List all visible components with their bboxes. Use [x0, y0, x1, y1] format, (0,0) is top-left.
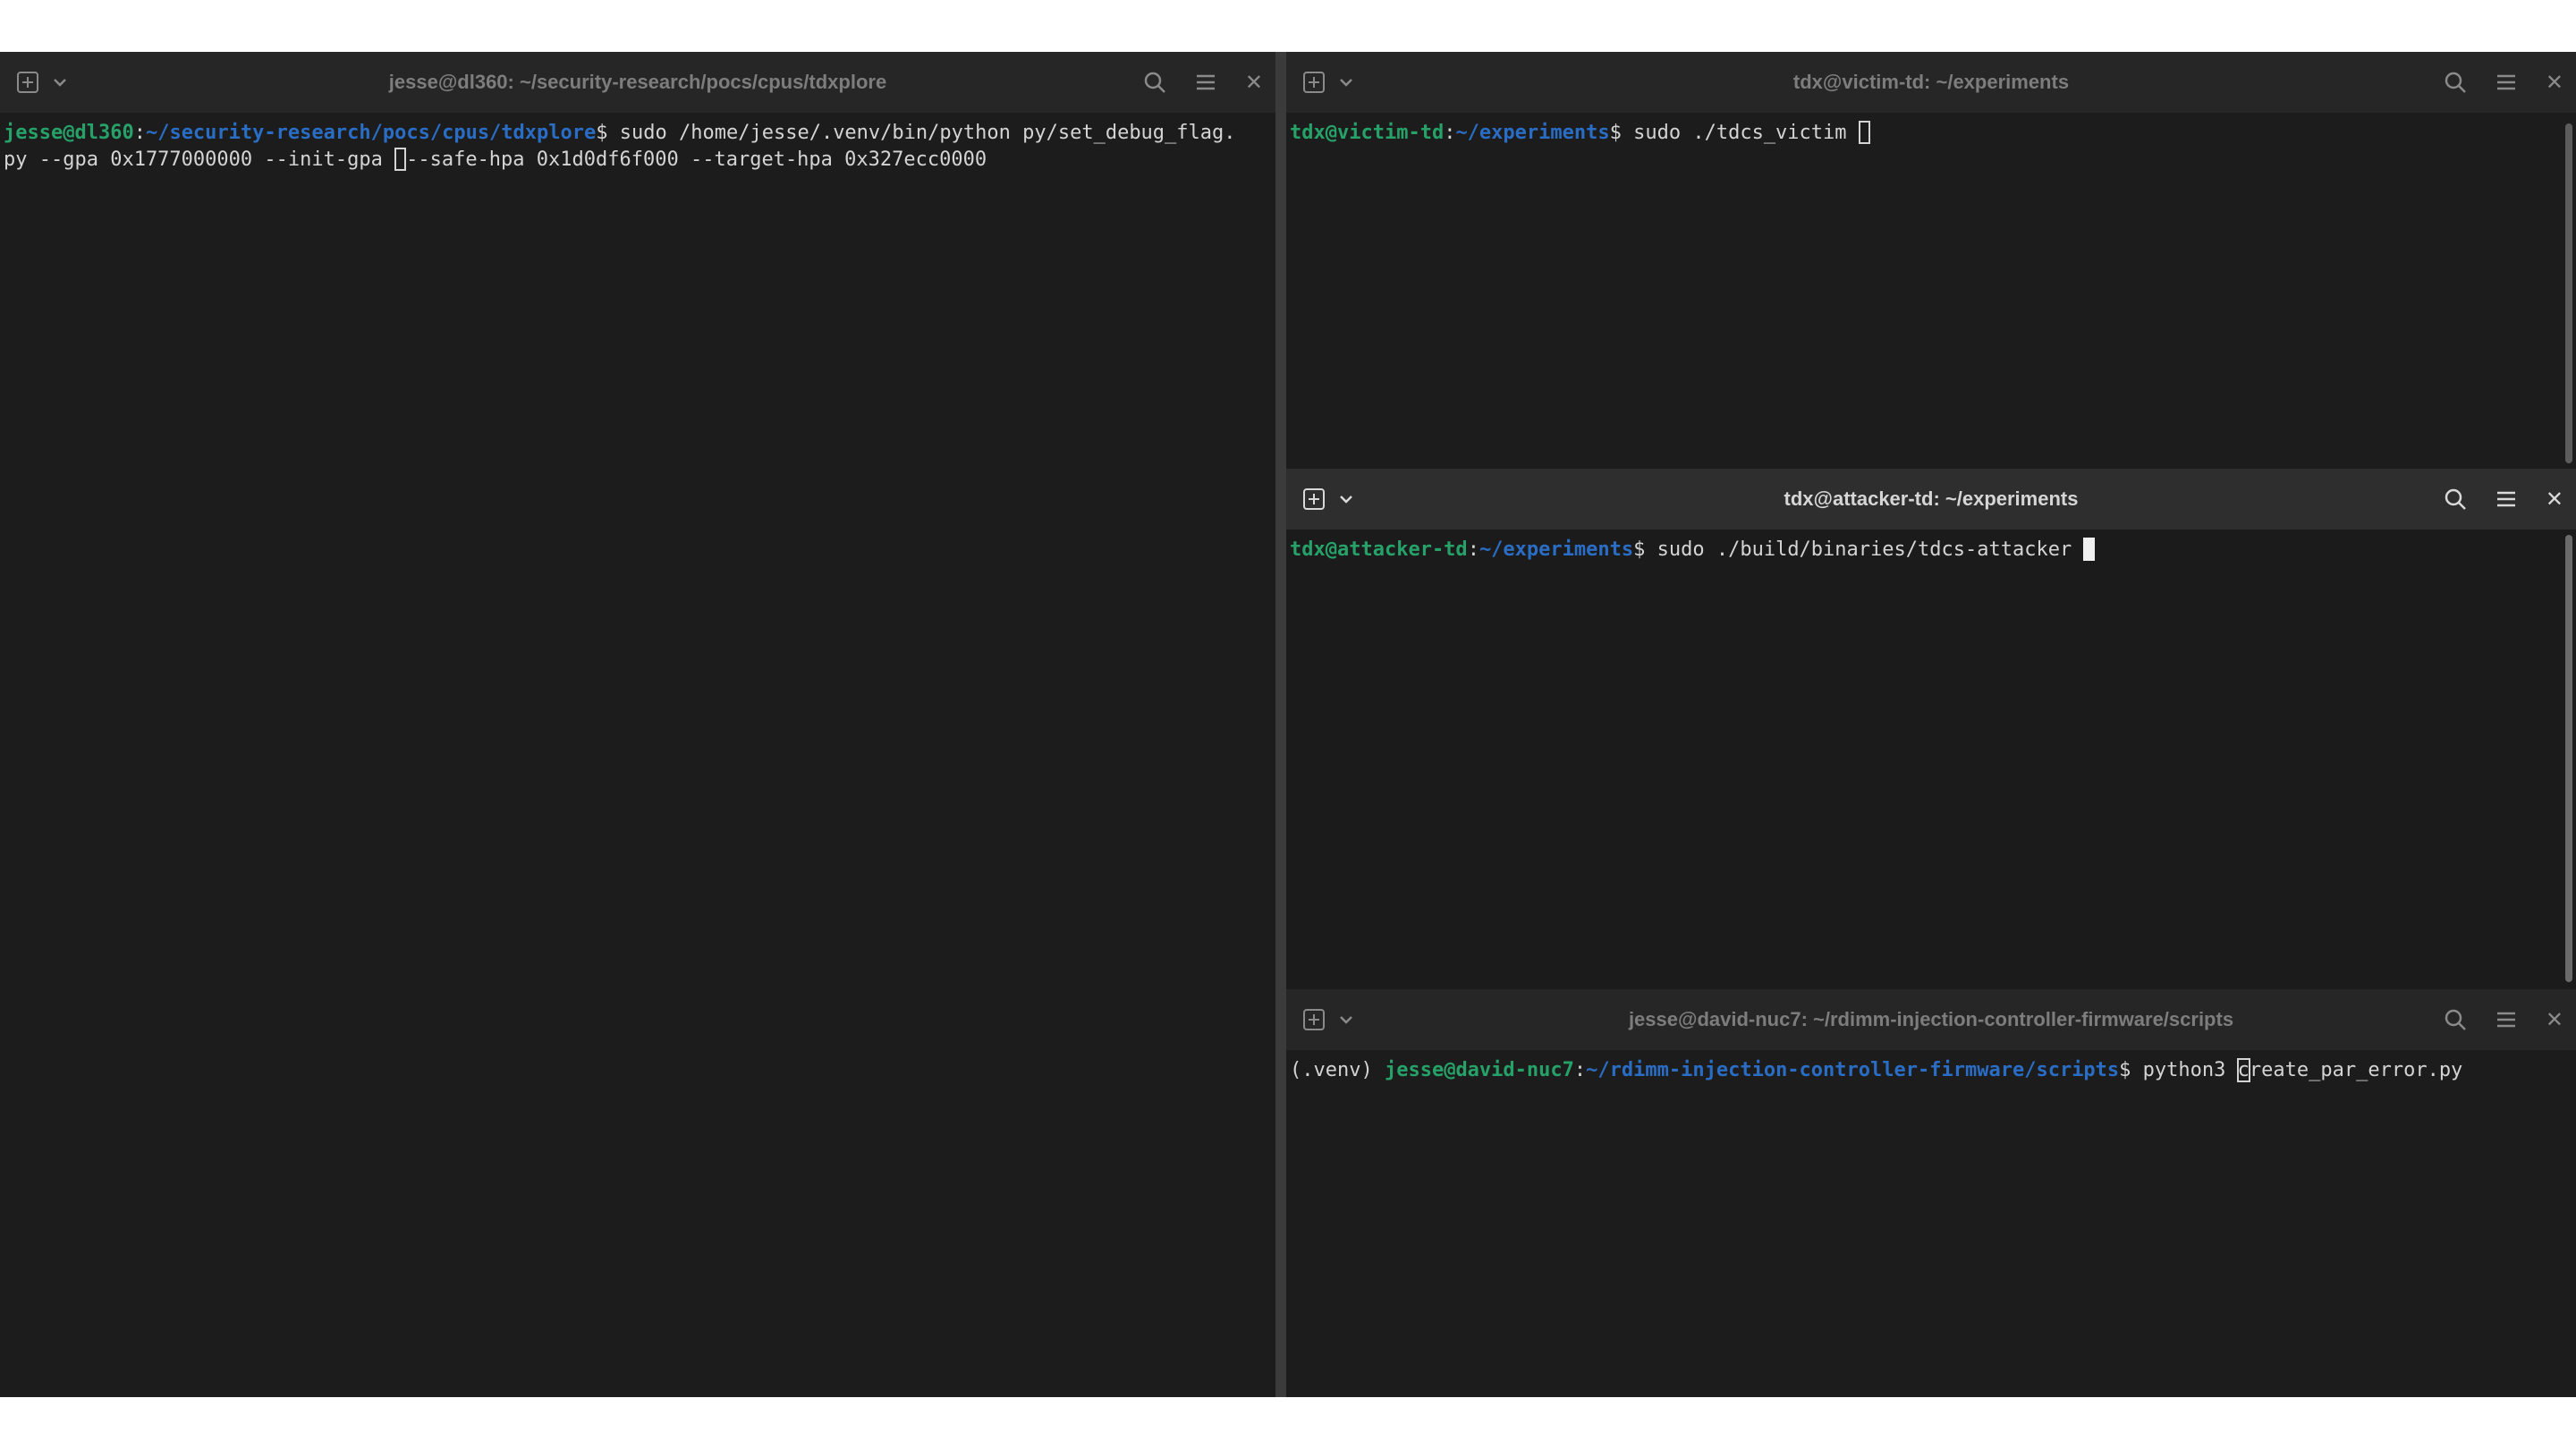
command-text-line2-end: --safe-hpa 0x1d0df6f000 --target-hpa 0x3…	[406, 148, 987, 171]
prompt-path: ~/rdimm-injection-controller-firmware/sc…	[1586, 1059, 2120, 1081]
scrollbar[interactable]	[2565, 123, 2572, 463]
new-tab-icon[interactable]	[1302, 1008, 1326, 1031]
hamburger-menu-icon[interactable]	[2496, 72, 2517, 92]
prompt-dollar: $	[1633, 538, 1646, 561]
chevron-down-icon[interactable]	[1338, 74, 1354, 90]
chevron-down-icon[interactable]	[1338, 491, 1354, 507]
venv-indicator: (.venv)	[1290, 1059, 1385, 1081]
window-title: tdx@victim-td: ~/experiments	[1792, 71, 2070, 93]
close-icon[interactable]: ✕	[2546, 488, 2563, 510]
prompt-separator: :	[133, 122, 146, 144]
prompt-separator: :	[1467, 538, 1479, 561]
new-tab-icon[interactable]	[1302, 487, 1326, 511]
new-tab-icon[interactable]	[16, 71, 39, 94]
terminal-window-attacker-td[interactable]: tdx@attacker-td: ~/experiments ✕ tdx@att…	[1286, 469, 2576, 989]
search-icon[interactable]	[2444, 71, 2467, 94]
text-cursor: c	[2236, 1058, 2250, 1082]
terminal-content-victim-td[interactable]: tdx@victim-td:~/experiments$ sudo ./tdcs…	[1286, 113, 2576, 469]
scrollbar[interactable]	[2565, 535, 2572, 982]
headerbar-dl360: jesse@dl360: ~/security-research/pocs/cp…	[0, 52, 1275, 113]
headerbar-attacker-td: tdx@attacker-td: ~/experiments ✕	[1286, 469, 2576, 530]
screen: jesse@dl360: ~/security-research/pocs/cp…	[0, 0, 2576, 1449]
search-icon[interactable]	[1143, 71, 1166, 94]
window-title: tdx@attacker-td: ~/experiments	[1784, 487, 2079, 510]
prompt-user: jesse@dl360	[4, 122, 134, 144]
new-tab-icon[interactable]	[1302, 71, 1326, 94]
command-text-start: python3	[2131, 1059, 2238, 1081]
terminal-content-david-nuc7[interactable]: (.venv) jesse@david-nuc7:~/rdimm-injecti…	[1286, 1050, 2576, 1397]
search-icon[interactable]	[2444, 1008, 2467, 1031]
command-text-end: reate_par_error.py	[2249, 1059, 2463, 1081]
terminal-content-dl360[interactable]: jesse@dl360:~/security-research/pocs/cpu…	[0, 113, 1275, 1397]
terminal-content-attacker-td[interactable]: tdx@attacker-td:~/experiments$ sudo ./bu…	[1286, 530, 2576, 989]
chevron-down-icon[interactable]	[52, 74, 68, 90]
prompt-user: tdx@victim-td	[1290, 122, 1445, 144]
command-text: sudo ./tdcs_victim	[1621, 122, 1859, 144]
text-cursor	[1858, 121, 1870, 144]
hamburger-menu-icon[interactable]	[2496, 489, 2517, 509]
close-icon[interactable]: ✕	[2546, 72, 2563, 93]
prompt-separator: :	[1573, 1059, 1587, 1081]
headerbar-victim-td: tdx@victim-td: ~/experiments ✕	[1286, 52, 2576, 113]
headerbar-david-nuc7: jesse@david-nuc7: ~/rdimm-injection-cont…	[1286, 989, 2576, 1050]
text-cursor	[2083, 538, 2096, 561]
search-icon[interactable]	[2444, 487, 2467, 511]
prompt-path: ~/experiments	[1479, 538, 1634, 561]
prompt-path: ~/experiments	[1455, 122, 1610, 144]
prompt-user: jesse@david-nuc7	[1384, 1059, 1574, 1081]
hamburger-menu-icon[interactable]	[2496, 1010, 2517, 1030]
prompt-path: ~/security-research/pocs/cpus/tdxplore	[145, 122, 597, 144]
command-text-line1: sudo /home/jesse/.venv/bin/python py/set…	[607, 122, 1236, 144]
terminal-window-david-nuc7[interactable]: jesse@david-nuc7: ~/rdimm-injection-cont…	[1286, 989, 2576, 1397]
prompt-dollar: $	[2119, 1059, 2131, 1081]
text-cursor	[394, 148, 407, 171]
command-text: sudo ./build/binaries/tdcs-attacker	[1645, 538, 2084, 561]
prompt-separator: :	[1444, 122, 1456, 144]
command-text-line2-start: py --gpa 0x1777000000 --init-gpa	[4, 148, 395, 171]
window-title: jesse@dl360: ~/security-research/pocs/cp…	[388, 71, 887, 93]
close-icon[interactable]: ✕	[2546, 1009, 2563, 1030]
window-title: jesse@david-nuc7: ~/rdimm-injection-cont…	[1628, 1008, 2234, 1030]
close-icon[interactable]: ✕	[1245, 72, 1263, 93]
terminal-window-victim-td[interactable]: tdx@victim-td: ~/experiments ✕ tdx@victi…	[1286, 52, 2576, 469]
terminal-window-dl360[interactable]: jesse@dl360: ~/security-research/pocs/cp…	[0, 52, 1275, 1397]
vertical-pane-divider[interactable]	[1275, 52, 1286, 1397]
prompt-dollar: $	[596, 122, 608, 144]
hamburger-menu-icon[interactable]	[1195, 72, 1216, 92]
prompt-dollar: $	[1609, 122, 1622, 144]
chevron-down-icon[interactable]	[1338, 1012, 1354, 1028]
prompt-user: tdx@attacker-td	[1290, 538, 1468, 561]
